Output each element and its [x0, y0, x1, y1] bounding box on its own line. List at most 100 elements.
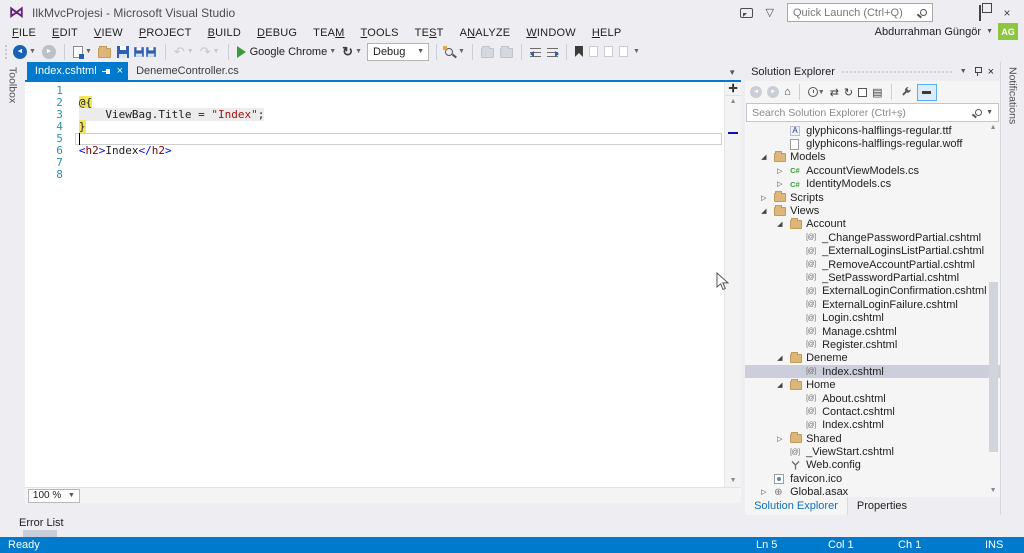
menu-file[interactable]: FILE	[4, 27, 44, 39]
tree-item--setpasswordpartial-cshtml[interactable]: [@]_SetPasswordPartial.cshtml	[745, 271, 1000, 284]
tree-item-externalloginconfirmation-cshtml[interactable]: [@]ExternalLoginConfirmation.cshtml	[745, 285, 1000, 298]
tree-item--externalloginslistpartial-cshtml[interactable]: [@]_ExternalLoginsListPartial.cshtml	[745, 245, 1000, 258]
find-in-files-button[interactable]	[444, 42, 454, 62]
user-dropdown-icon[interactable]: ▼	[986, 28, 993, 35]
tab-denemecontroller-cs[interactable]: DenemeController.cs	[128, 62, 247, 80]
start-debugging-button[interactable]: Google Chrome ▼	[236, 42, 338, 62]
navigate-backward-button[interactable]: ◄▼	[12, 42, 37, 62]
navigate-forward-button[interactable]: ►	[41, 42, 57, 62]
scrollbar-track[interactable]	[725, 108, 741, 475]
scroll-down-icon[interactable]: ▼	[730, 475, 737, 487]
tree-item-models[interactable]: ◢Models	[745, 151, 1000, 164]
toolbox-tab[interactable]: Toolbox	[6, 67, 18, 103]
code-lines[interactable]: @{ ViewBag.Title = "Index";}<h2>Index</h…	[75, 82, 724, 487]
tree-item-favicon-ico[interactable]: favicon.ico	[745, 472, 1000, 485]
new-folder-button[interactable]	[480, 42, 495, 62]
back-button[interactable]: ◄	[750, 83, 762, 101]
code-line-7[interactable]	[75, 157, 724, 169]
menu-edit[interactable]: EDIT	[44, 27, 86, 39]
menu-team[interactable]: TEAM	[305, 27, 352, 39]
preview-selected-items-toggle[interactable]	[917, 84, 937, 101]
sync-with-active-document-button[interactable]: ⇄	[830, 83, 839, 101]
expand-arrow-icon[interactable]: ▷	[777, 167, 790, 175]
tree-item-identitymodels-cs[interactable]: ▷C#IdentityModels.cs	[745, 178, 1000, 191]
toolbar-grip[interactable]	[4, 44, 8, 59]
scrollbar-thumb[interactable]	[989, 282, 998, 452]
tree-item-contact-cshtml[interactable]: [@]Contact.cshtml	[745, 405, 1000, 418]
tree-item-shared[interactable]: ▷Shared	[745, 432, 1000, 445]
decrease-indent-button[interactable]	[529, 42, 542, 62]
editor-zoom-select[interactable]: 100 % ▼	[28, 489, 80, 503]
collapse-arrow-icon[interactable]: ◢	[761, 153, 774, 161]
toggle-bookmark-button[interactable]	[574, 42, 584, 62]
restore-button[interactable]	[973, 6, 987, 20]
feedback-icon[interactable]	[740, 8, 753, 18]
next-bookmark-button[interactable]	[603, 42, 614, 62]
menu-tools[interactable]: TOOLS	[353, 27, 407, 39]
close-button[interactable]: ×	[1000, 6, 1014, 20]
tree-item-account[interactable]: ◢Account	[745, 218, 1000, 231]
menu-test[interactable]: TEST	[407, 27, 452, 39]
expand-arrow-icon[interactable]: ▷	[761, 194, 774, 202]
line-number-gutter[interactable]: 12345678	[25, 82, 75, 487]
pin-icon[interactable]	[973, 66, 982, 77]
increase-indent-button[interactable]	[546, 42, 559, 62]
code-line-6[interactable]: <h2>Index</h2>	[75, 145, 724, 157]
tree-item-about-cshtml[interactable]: [@]About.cshtml	[745, 392, 1000, 405]
toolbar-options-icon[interactable]: ▼	[458, 48, 465, 55]
tree-item--removeaccountpartial-cshtml[interactable]: [@]_RemoveAccountPartial.cshtml	[745, 258, 1000, 271]
user-avatar[interactable]: AG	[998, 23, 1018, 40]
tab-index-cshtml[interactable]: Index.cshtml ×	[27, 62, 128, 80]
code-line-8[interactable]	[75, 169, 724, 181]
menu-project[interactable]: PROJECT	[131, 27, 200, 39]
active-files-dropdown-icon[interactable]: ▼	[728, 68, 736, 77]
nest-related-files-button[interactable]	[499, 42, 514, 62]
collapse-arrow-icon[interactable]: ◢	[777, 381, 790, 389]
save-all-button[interactable]	[134, 42, 158, 62]
properties-button[interactable]	[900, 83, 912, 101]
scroll-down-icon[interactable]: ▼	[990, 485, 997, 497]
tree-item-views[interactable]: ◢Views	[745, 204, 1000, 217]
tab-properties[interactable]: Properties	[847, 497, 916, 515]
forward-button[interactable]: ►	[767, 83, 779, 101]
tree-scrollbar[interactable]: ▲ ▼	[986, 122, 1000, 497]
tree-item--changepasswordpartial-cshtml[interactable]: [@]_ChangePasswordPartial.cshtml	[745, 231, 1000, 244]
pending-changes-filter-button[interactable]: ▼	[808, 83, 825, 101]
menu-analyze[interactable]: ANALYZE	[452, 27, 519, 39]
solution-explorer-title-bar[interactable]: Solution Explorer ▼ ×	[745, 62, 1000, 81]
collapse-all-button[interactable]	[858, 83, 867, 101]
close-panel-icon[interactable]: ×	[988, 66, 994, 78]
menu-debug[interactable]: DEBUG	[249, 27, 305, 39]
signed-in-user[interactable]: Abdurrahman Güngör	[875, 26, 981, 38]
refresh-button[interactable]: ↻	[844, 83, 853, 101]
code-line-3[interactable]: ViewBag.Title = "Index";	[75, 109, 724, 121]
menu-help[interactable]: HELP	[584, 27, 630, 39]
search-options-icon[interactable]: ▼	[986, 109, 993, 116]
collapse-arrow-icon[interactable]: ◢	[777, 220, 790, 228]
tab-solution-explorer[interactable]: Solution Explorer	[745, 497, 847, 515]
quick-launch-input[interactable]: Quick Launch (Ctrl+Q)	[787, 3, 933, 22]
split-window-handle[interactable]: ✛	[725, 82, 741, 96]
send-frown-icon[interactable]: ▽	[766, 6, 774, 19]
tree-item-index-cshtml[interactable]: [@]Index.cshtml	[745, 419, 1000, 432]
code-line-1[interactable]	[75, 85, 724, 97]
solution-explorer-search-input[interactable]: Search Solution Explorer (Ctrl+ş) ▼	[746, 103, 999, 122]
code-editor[interactable]: 12345678 @{ ViewBag.Title = "Index";}<h2…	[25, 82, 741, 487]
expand-arrow-icon[interactable]: ▷	[777, 180, 790, 188]
properties-page-button[interactable]: ▤	[872, 83, 882, 101]
close-tab-icon[interactable]: ×	[117, 66, 123, 76]
expand-arrow-icon[interactable]: ▷	[761, 488, 774, 496]
tree-item-glyphicons-halflings-regular-woff[interactable]: glyphicons-halflings-regular.woff	[745, 137, 1000, 150]
toolbar-options-icon[interactable]: ▼	[633, 48, 640, 55]
refresh-browser-button[interactable]: ↻▼	[341, 42, 363, 62]
home-button[interactable]: ⌂	[784, 83, 791, 101]
collapse-arrow-icon[interactable]: ◢	[777, 354, 790, 362]
scroll-up-icon[interactable]: ▲	[990, 122, 997, 134]
error-list-tab[interactable]: Error List	[19, 517, 64, 529]
tree-item-manage-cshtml[interactable]: [@]Manage.cshtml	[745, 325, 1000, 338]
collapse-arrow-icon[interactable]: ◢	[761, 207, 774, 215]
tree-item-accountviewmodels-cs[interactable]: ▷C#AccountViewModels.cs	[745, 164, 1000, 177]
expand-arrow-icon[interactable]: ▷	[777, 435, 790, 443]
save-button[interactable]	[116, 42, 130, 62]
tree-item-index-cshtml[interactable]: [@]Index.cshtml	[745, 365, 1000, 378]
